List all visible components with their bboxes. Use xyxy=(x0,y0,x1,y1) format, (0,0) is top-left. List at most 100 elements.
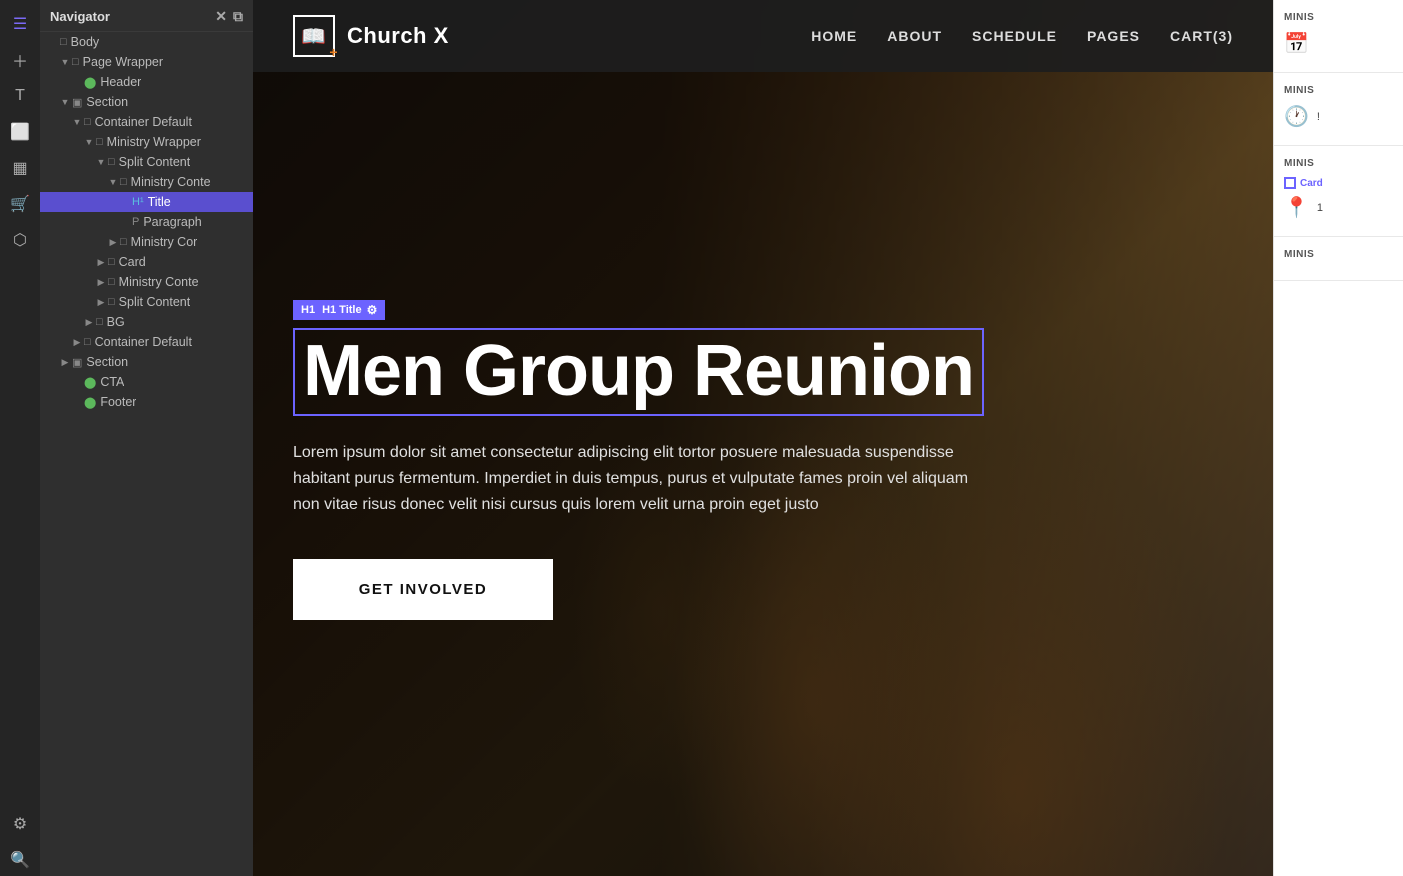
rp-card-label: Card xyxy=(1300,178,1323,189)
rp-icon-row-1: 📅 xyxy=(1284,31,1393,56)
rp-icon-row-3: 📍 1 xyxy=(1284,195,1393,220)
tree-item-footer[interactable]: ⬤ Footer xyxy=(40,392,253,412)
rp-section-2: MINIS 🕐 ! xyxy=(1274,73,1403,146)
tree-item-paragraph[interactable]: PParagraph xyxy=(40,212,253,232)
close-icon[interactable]: ✕ xyxy=(215,8,227,25)
right-panel: MINIS 📅 MINIS 🕐 ! MINIS Card 📍 1 MINIS xyxy=(1273,0,1403,876)
title-label: H1 Title xyxy=(322,304,362,316)
nav-about[interactable]: ABOUT xyxy=(887,28,942,44)
tree-label-cta: CTA xyxy=(100,375,124,389)
tree-icon-ministry-conte-1: □ xyxy=(120,176,127,188)
rp-section-3: MINIS Card 📍 1 xyxy=(1274,146,1403,237)
tree-item-body[interactable]: □ Body xyxy=(40,32,253,52)
tree-item-card[interactable]: ▶□Card xyxy=(40,252,253,272)
expand-icon[interactable]: ⧉ xyxy=(233,8,243,25)
tree-icon-title: H¹ xyxy=(132,196,144,208)
navigator-header: Navigator ✕ ⧉ xyxy=(40,0,253,32)
tree-icon-ministry-cor: □ xyxy=(120,236,127,248)
tree-icon-body: □ xyxy=(60,36,67,48)
tree-label-page-wrapper: Page Wrapper xyxy=(83,55,163,69)
rp-number: 1 xyxy=(1317,202,1323,214)
logo: 📖 + Church X xyxy=(293,15,449,57)
tree-label-split-content: Split Content xyxy=(119,155,191,169)
location-icon: 📍 xyxy=(1284,195,1309,220)
tree-label-header: Header xyxy=(100,75,141,89)
tree-label-title: Title xyxy=(148,195,171,209)
tree-icon-cta: ⬤ xyxy=(84,376,96,389)
sidebar-icon-column: ☰ ＋ T ⬜ ▦ 🛒 ⬡ ⚙ 🔍 xyxy=(0,0,40,876)
rp-card-badge: Card xyxy=(1284,177,1393,189)
tree-label-container-default-2: Container Default xyxy=(95,335,192,349)
title-selection-box: Men Group Reunion xyxy=(293,328,984,416)
hero-section: H1 H1 Title ⚙ Men Group Reunion Lorem ip… xyxy=(253,0,1273,876)
nav-links: HOME ABOUT SCHEDULE PAGES CART(3) xyxy=(811,28,1233,44)
tree-item-header[interactable]: ⬤ Header xyxy=(40,72,253,92)
pages-icon[interactable]: ⬜ xyxy=(4,116,36,148)
layers-icon[interactable]: ☰ xyxy=(4,8,36,40)
card-box-icon xyxy=(1284,177,1296,189)
rp-section-4: MINIS xyxy=(1274,237,1403,281)
tree-item-ministry-wrapper[interactable]: ▼□Ministry Wrapper xyxy=(40,132,253,152)
tree-item-split-content-2[interactable]: ▶□Split Content xyxy=(40,292,253,312)
hero-content: H1 H1 Title ⚙ Men Group Reunion Lorem ip… xyxy=(253,72,1273,876)
hero-description: Lorem ipsum dolor sit amet consectetur a… xyxy=(293,440,993,519)
tree-item-title[interactable]: H¹ Title xyxy=(40,192,253,212)
title-gear-icon[interactable]: ⚙ xyxy=(367,303,378,317)
rp-label-3: MINIS xyxy=(1284,158,1393,169)
get-involved-button[interactable]: GET INVOLVED xyxy=(293,559,553,620)
top-navbar: 📖 + Church X HOME ABOUT SCHEDULE PAGES C… xyxy=(253,0,1273,72)
rp-icon-row-2: 🕐 ! xyxy=(1284,104,1393,129)
nav-home[interactable]: HOME xyxy=(811,28,857,44)
nav-schedule[interactable]: SCHEDULE xyxy=(972,28,1057,44)
tree-label-body: Body xyxy=(71,35,100,49)
main-content: 📖 + Church X HOME ABOUT SCHEDULE PAGES C… xyxy=(253,0,1273,876)
tree-item-split-content[interactable]: ▼□Split Content xyxy=(40,152,253,172)
tree-item-ministry-conte-2[interactable]: ▶□Ministry Conte xyxy=(40,272,253,292)
tree-item-container-default-2[interactable]: ▶□Container Default xyxy=(40,332,253,352)
tree-item-page-wrapper[interactable]: ▼□Page Wrapper xyxy=(40,52,253,72)
tree-icon-split-content-2: □ xyxy=(108,296,115,308)
tree-label-ministry-conte-1: Ministry Conte xyxy=(131,175,211,189)
tree-label-ministry-conte-2: Ministry Conte xyxy=(119,275,199,289)
cart-icon[interactable]: 🛒 xyxy=(4,188,36,220)
logo-book-icon: 📖 xyxy=(301,24,326,49)
tree-item-section1[interactable]: ▼▣Section xyxy=(40,92,253,112)
navigator-tree: Navigator ✕ ⧉ □ Body ▼□Page Wrapper ⬤ Header… xyxy=(40,0,253,876)
title-wrapper: H1 H1 Title ⚙ Men Group Reunion xyxy=(293,328,1233,416)
tree-icon-section2: ▣ xyxy=(72,356,82,369)
tree-item-bg[interactable]: ▶□BG xyxy=(40,312,253,332)
search-icon-sidebar[interactable]: 🔍 xyxy=(4,844,36,876)
tree-item-container-default[interactable]: ▼□Container Default xyxy=(40,112,253,132)
tree-icon-container-default-2: □ xyxy=(84,336,91,348)
tree-icon-split-content: □ xyxy=(108,156,115,168)
h1-indicator: H1 xyxy=(301,304,315,316)
tree-item-ministry-conte-1[interactable]: ▼□Ministry Conte xyxy=(40,172,253,192)
tree-label-section1: Section xyxy=(86,95,128,109)
logo-plus-icon: + xyxy=(329,44,338,60)
rp-label-1: MINIS xyxy=(1284,12,1393,23)
tree-item-cta[interactable]: ⬤ CTA xyxy=(40,372,253,392)
tree-label-footer: Footer xyxy=(100,395,136,409)
clock-icon: 🕐 xyxy=(1284,104,1309,129)
tree-label-paragraph: Paragraph xyxy=(143,215,201,229)
tree-item-section2[interactable]: ▶▣Section xyxy=(40,352,253,372)
tree-icon-footer: ⬤ xyxy=(84,396,96,409)
add-icon[interactable]: ＋ xyxy=(4,44,36,76)
tree-icon-header: ⬤ xyxy=(84,76,96,89)
logo-icon: 📖 + xyxy=(293,15,335,57)
tree-label-container-default: Container Default xyxy=(95,115,192,129)
hero-title: Men Group Reunion xyxy=(303,334,974,410)
tree-item-ministry-cor[interactable]: ▶□Ministry Cor xyxy=(40,232,253,252)
settings-icon[interactable]: ⚙ xyxy=(4,808,36,840)
tree-label-ministry-wrapper: Ministry Wrapper xyxy=(107,135,201,149)
nav-pages[interactable]: PAGES xyxy=(1087,28,1140,44)
tree-icon-card: □ xyxy=(108,256,115,268)
media-icon[interactable]: ⬡ xyxy=(4,224,36,256)
rp-label-2: MINIS xyxy=(1284,85,1393,96)
rp-section-1: MINIS 📅 xyxy=(1274,0,1403,73)
text-icon[interactable]: T xyxy=(4,80,36,112)
tree-label-bg: BG xyxy=(107,315,125,329)
nav-cart[interactable]: CART(3) xyxy=(1170,28,1233,44)
tree-label-split-content-2: Split Content xyxy=(119,295,191,309)
blocks-icon[interactable]: ▦ xyxy=(4,152,36,184)
